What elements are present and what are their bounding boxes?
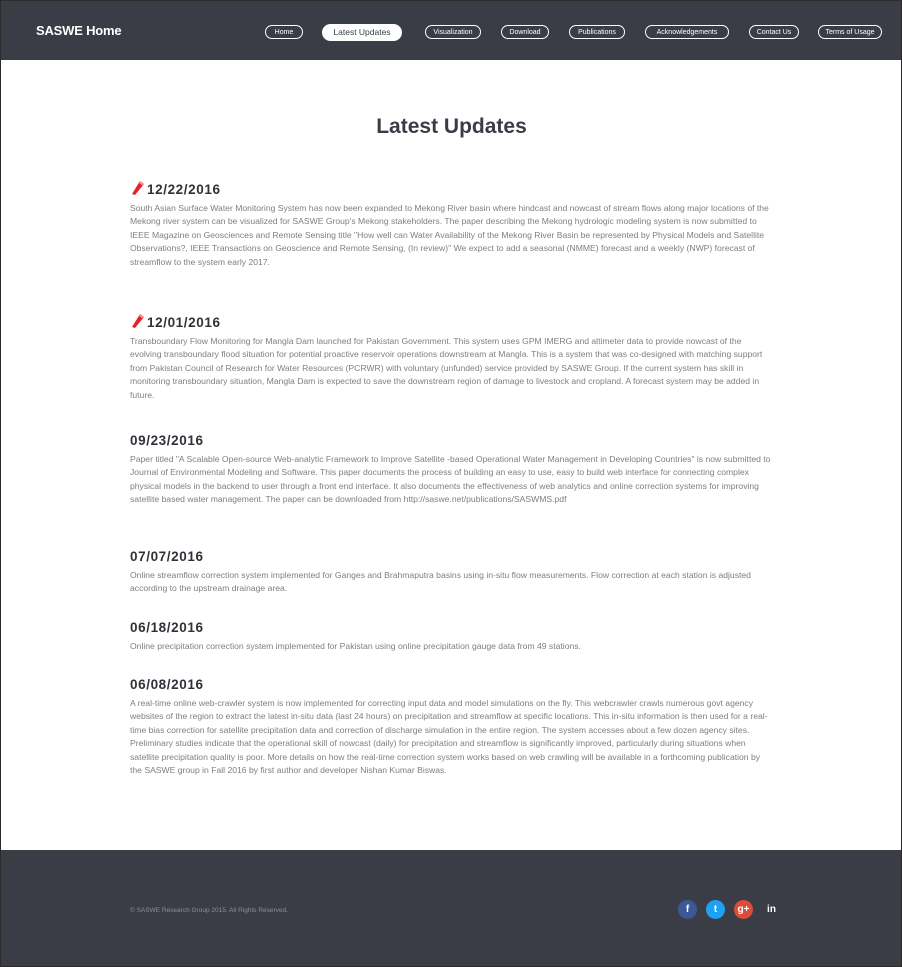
update-date-label: 07/07/2016 bbox=[130, 548, 204, 564]
nav-item-visualization[interactable]: Visualization bbox=[425, 25, 481, 39]
social-links: f t g+ in bbox=[678, 900, 781, 919]
footer: © SASWE Research Group 2015. All Rights … bbox=[1, 850, 901, 966]
update-date-label: 12/01/2016 bbox=[147, 314, 221, 330]
update-date: 07/07/2016 bbox=[130, 547, 773, 565]
update-text: Online precipitation correction system i… bbox=[130, 641, 581, 651]
nav-item-terms-of-usage[interactable]: Terms of Usage bbox=[818, 25, 882, 39]
twitter-icon[interactable]: t bbox=[706, 900, 725, 919]
update-date-label: 06/08/2016 bbox=[130, 676, 204, 692]
update-text: A real-time online web-crawler system is… bbox=[130, 698, 768, 776]
nav-item-publications[interactable]: Publications bbox=[569, 25, 625, 39]
update-item: 07/07/2016 Online streamflow correction … bbox=[130, 547, 773, 596]
page-title: Latest Updates bbox=[376, 115, 527, 138]
linkedin-icon[interactable]: in bbox=[762, 900, 781, 919]
page-frame: SASWE Home Home Latest Updates Visualiza… bbox=[0, 0, 902, 967]
update-date: 09/23/2016 bbox=[130, 431, 773, 449]
update-item: 06/08/2016 A real-time online web-crawle… bbox=[130, 675, 773, 777]
update-date: 12/22/2016 bbox=[130, 180, 773, 198]
update-date-label: 06/18/2016 bbox=[130, 619, 204, 635]
navbar: SASWE Home Home Latest Updates Visualiza… bbox=[1, 1, 901, 60]
nav-item-contact-us[interactable]: Contact Us bbox=[749, 25, 799, 39]
new-ribbon-icon bbox=[132, 181, 144, 195]
update-date-label: 09/23/2016 bbox=[130, 432, 204, 448]
update-date-label: 12/22/2016 bbox=[147, 181, 221, 197]
update-text: Paper titled "A Scalable Open-source Web… bbox=[130, 454, 771, 505]
update-date: 06/08/2016 bbox=[130, 675, 773, 693]
copyright-text: © SASWE Research Group 2015. All Rights … bbox=[130, 907, 288, 914]
brand-link[interactable]: SASWE Home bbox=[36, 23, 122, 38]
update-date: 06/18/2016 bbox=[130, 618, 773, 636]
nav-item-download[interactable]: Download bbox=[501, 25, 549, 39]
update-item: 12/22/2016 South Asian Surface Water Mon… bbox=[130, 180, 773, 269]
nav-item-home[interactable]: Home bbox=[265, 25, 303, 39]
new-ribbon-icon bbox=[132, 314, 144, 328]
update-item: 06/18/2016 Online precipitation correcti… bbox=[130, 618, 773, 653]
google-plus-icon[interactable]: g+ bbox=[734, 900, 753, 919]
nav-item-latest-updates[interactable]: Latest Updates bbox=[322, 23, 402, 41]
update-text: Transboundary Flow Monitoring for Mangla… bbox=[130, 336, 763, 400]
update-item: 12/01/2016 Transboundary Flow Monitoring… bbox=[130, 313, 773, 402]
nav-item-acknowledgements[interactable]: Acknowledgements bbox=[645, 25, 729, 39]
update-date: 12/01/2016 bbox=[130, 313, 773, 331]
update-text: Online streamflow correction system impl… bbox=[130, 570, 751, 594]
update-item: 09/23/2016 Paper titled "A Scalable Open… bbox=[130, 431, 773, 507]
facebook-icon[interactable]: f bbox=[678, 900, 697, 919]
update-text: South Asian Surface Water Monitoring Sys… bbox=[130, 203, 769, 267]
